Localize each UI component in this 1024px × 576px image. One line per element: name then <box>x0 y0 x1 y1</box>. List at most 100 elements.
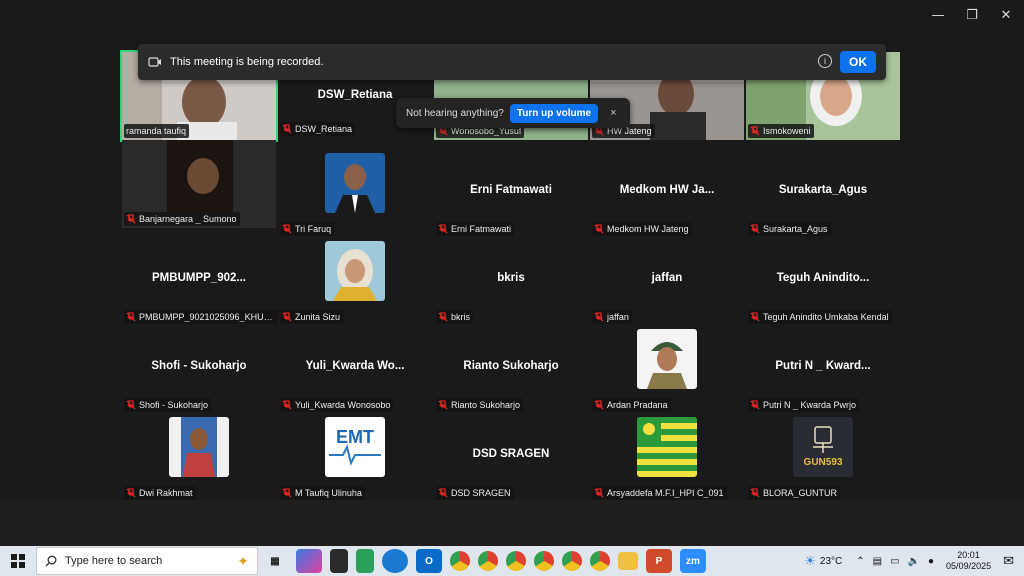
participant-tile[interactable]: Dwi Rakhmat <box>122 416 276 502</box>
participant-tile[interactable]: EMT M Taufiq Ulinuha <box>278 416 432 502</box>
participant-name-label: Zunita Sizu <box>280 310 344 324</box>
task-view-icon[interactable]: ▦ <box>262 549 288 573</box>
taskbar-search-input[interactable]: Type here to search ✦ <box>36 547 258 575</box>
muted-mic-icon <box>750 400 760 410</box>
close-icon[interactable]: ✕ <box>989 0 1023 30</box>
close-icon[interactable]: × <box>610 107 616 119</box>
participant-tile[interactable]: Erni Fatmawati Erni Fatmawati <box>434 152 588 238</box>
participant-name-label: PMBUMPP_9021025096_KHUS... <box>124 310 278 324</box>
battery-icon[interactable]: ▭ <box>890 556 899 567</box>
outlook-icon[interactable]: O <box>416 549 442 573</box>
muted-mic-icon <box>126 488 136 498</box>
participant-name-label: Tri Faruq <box>280 222 335 236</box>
app-icon[interactable] <box>356 549 374 573</box>
microphone-icon[interactable]: ● <box>928 556 934 567</box>
participant-tile[interactable]: Banjarnegara _ Sumono <box>122 140 276 228</box>
copilot-icon[interactable] <box>296 549 322 573</box>
profile-photo: EMT <box>325 417 385 477</box>
participant-name-label: Rianto Sukoharjo <box>436 398 524 412</box>
participant-name-label: Arsyaddefa M.F.I_HPI C_091 <box>592 486 727 500</box>
participant-tile[interactable]: Medkom HW Ja... Medkom HW Jateng <box>590 152 744 238</box>
audio-prompt-text: Not hearing anything? <box>406 107 504 119</box>
participant-tile[interactable]: Yuli_Kwarda Wo... Yuli_Kwarda Wonosobo <box>278 328 432 414</box>
participant-tile[interactable]: Rianto Sukoharjo Rianto Sukoharjo <box>434 328 588 414</box>
weather-icon: ☀ <box>804 553 816 568</box>
participant-tile[interactable]: DSD SRAGEN DSD SRAGEN <box>434 416 588 502</box>
muted-mic-icon <box>750 312 760 322</box>
muted-mic-icon <box>438 224 448 234</box>
system-tray: ☀ 23°C ⌃ ▤ ▭ 🔈 ● 20:01 05/09/2025 ✉ <box>804 546 1024 576</box>
participant-tile[interactable]: GUN593 BLORA_GUNTUR <box>746 416 900 502</box>
meeting-controls-bar <box>0 500 1024 546</box>
clock[interactable]: 20:01 05/09/2025 <box>946 550 991 572</box>
participant-name-label: ramanda taufiq <box>124 124 190 138</box>
muted-mic-icon <box>126 214 136 224</box>
volume-icon[interactable]: 🔈 <box>908 556 920 567</box>
participant-center-name: Surakarta_Agus <box>778 184 868 196</box>
participant-tile[interactable]: Teguh Anindito... Teguh Anindito Umkaba … <box>746 240 900 326</box>
network-icon[interactable]: ▤ <box>873 556 882 567</box>
participant-name-label: Ismokoweni <box>748 124 814 138</box>
participant-name-label: DSW_Retiana <box>280 122 356 136</box>
participant-center-name: Medkom HW Ja... <box>619 184 715 196</box>
participant-tile[interactable]: Surakarta_Agus Surakarta_Agus <box>746 152 900 238</box>
profile-photo <box>637 417 697 477</box>
participant-tile[interactable]: Arsyaddefa M.F.I_HPI C_091 <box>590 416 744 502</box>
clock-date: 05/09/2025 <box>946 561 992 571</box>
participant-tile[interactable]: bkris bkris <box>434 240 588 326</box>
windows-taskbar: Type here to search ✦ ▦ O P zm ☀ 23°C ⌃ … <box>0 546 1024 576</box>
chrome-icon[interactable] <box>562 551 582 571</box>
svg-text:GUN593: GUN593 <box>804 457 843 468</box>
chrome-icon[interactable] <box>478 551 498 571</box>
participant-name-label: DSD SRAGEN <box>436 486 514 500</box>
participant-tile[interactable]: PMBUMPP_902... PMBUMPP_9021025096_KHUS..… <box>122 240 278 326</box>
windows-logo-icon <box>11 554 25 568</box>
participant-name-label: Surakarta_Agus <box>748 222 831 236</box>
chevron-up-icon[interactable]: ⌃ <box>856 556 864 567</box>
recording-text: This meeting is being recorded. <box>170 56 324 68</box>
muted-mic-icon <box>126 400 136 410</box>
chrome-icon[interactable] <box>590 551 610 571</box>
edge-icon[interactable] <box>382 549 408 573</box>
participant-center-name: PMBUMPP_902... <box>152 272 246 284</box>
clock-time: 20:01 <box>957 550 980 560</box>
participant-name-label: jaffan <box>592 310 632 324</box>
participant-name-label: M Taufiq Ulinuha <box>280 486 365 500</box>
chrome-icon[interactable] <box>450 551 470 571</box>
participant-center-name: Rianto Sukoharjo <box>463 360 559 372</box>
participant-center-name: Erni Fatmawati <box>470 184 552 196</box>
chrome-icon[interactable] <box>506 551 526 571</box>
start-button[interactable] <box>0 546 36 576</box>
participant-name-label: Teguh Anindito Umkaba Kendal <box>748 310 892 324</box>
turn-up-volume-button[interactable]: Turn up volume <box>509 103 599 123</box>
participant-tile[interactable]: Zunita Sizu <box>278 240 432 326</box>
file-explorer-icon[interactable] <box>618 552 638 570</box>
participant-tile[interactable]: Tri Faruq <box>278 152 432 238</box>
muted-mic-icon <box>750 126 760 136</box>
minimize-icon[interactable]: — <box>921 0 955 30</box>
weather-temp[interactable]: 23°C <box>820 556 842 567</box>
muted-mic-icon <box>438 488 448 498</box>
participant-tile[interactable]: Shofi - Sukoharjo Shofi - Sukoharjo <box>122 328 276 414</box>
participant-name-label: Medkom HW Jateng <box>592 222 692 236</box>
ok-button[interactable]: OK <box>840 51 876 73</box>
participant-name-label: Erni Fatmawati <box>436 222 515 236</box>
muted-mic-icon <box>750 488 760 498</box>
profile-photo <box>637 329 697 389</box>
participant-tile[interactable]: Ardan Pradana <box>590 328 744 414</box>
svg-text:EMT: EMT <box>336 427 374 447</box>
search-placeholder: Type here to search <box>65 555 163 567</box>
muted-mic-icon <box>594 400 604 410</box>
chrome-icon[interactable] <box>534 551 554 571</box>
participant-name-label: Yuli_Kwarda Wonosobo <box>280 398 394 412</box>
notifications-icon[interactable]: ✉ <box>1003 553 1014 569</box>
info-icon[interactable]: i <box>818 54 832 68</box>
app-icon[interactable] <box>330 549 348 573</box>
restore-icon[interactable]: ❐ <box>955 0 989 30</box>
participant-center-name: bkris <box>497 272 525 284</box>
participant-name-label: bkris <box>436 310 474 324</box>
participant-tile[interactable]: Putri N _ Kward... Putri N _ Kwarda Pwrj… <box>746 328 900 414</box>
participant-tile[interactable]: jaffan jaffan <box>590 240 744 326</box>
zoom-icon[interactable]: zm <box>680 549 706 573</box>
powerpoint-icon[interactable]: P <box>646 549 672 573</box>
